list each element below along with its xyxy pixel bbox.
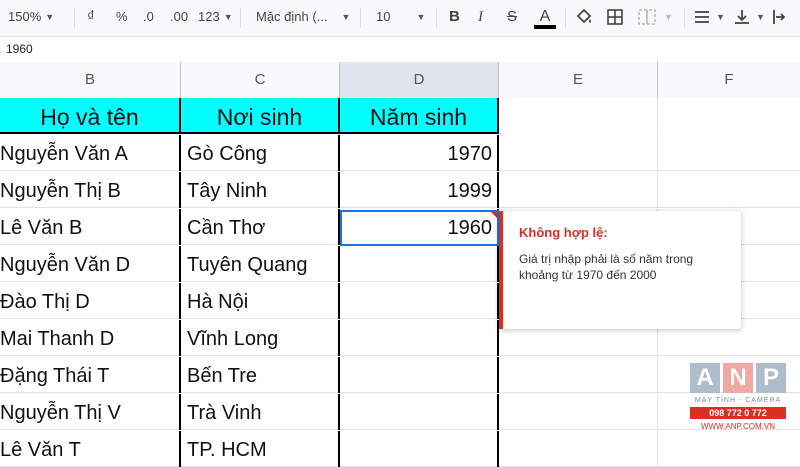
table-row: Đặng Thái T Bến Tre — [0, 357, 800, 393]
table-row: Nguyễn Thị B Tây Ninh 1999 — [0, 172, 800, 208]
formula-bar[interactable]: 1960 — [0, 37, 800, 63]
empty-cell[interactable] — [658, 98, 800, 134]
text-wrap-button[interactable] — [772, 0, 796, 36]
birth-year-cell[interactable] — [340, 283, 499, 319]
birth-year-cell[interactable] — [340, 394, 499, 430]
name-cell[interactable]: Nguyễn Văn A — [0, 135, 181, 171]
birthplace-cell[interactable]: Bến Tre — [181, 357, 340, 393]
header-cell-name[interactable]: Họ và tên — [0, 98, 181, 134]
birthplace-cell[interactable]: Hà Nội — [181, 283, 340, 319]
logo-subtitle: MÁY TÍNH - CAMERA — [694, 397, 782, 404]
name-cell[interactable]: Nguyễn Văn D — [0, 246, 181, 282]
toolbar-divider — [240, 8, 241, 28]
birthplace-cell[interactable]: Trà Vinh — [181, 394, 340, 430]
logo-letter: N — [723, 363, 753, 393]
empty-cell[interactable] — [499, 172, 658, 208]
column-headers: B C D E F — [0, 62, 800, 99]
birth-year-cell[interactable]: 1970 — [340, 135, 499, 171]
empty-cell[interactable] — [499, 394, 658, 430]
table-row: Nguyễn Văn A Gò Công 1970 — [0, 135, 800, 171]
birth-year-cell[interactable] — [340, 320, 499, 356]
align-bottom-icon — [735, 10, 749, 24]
text-wrap-icon — [773, 10, 786, 24]
birthplace-cell[interactable]: TP. HCM — [181, 431, 340, 467]
zoom-select[interactable]: 150% ▼ — [8, 0, 54, 36]
empty-cell[interactable] — [499, 98, 658, 134]
strikethrough-button[interactable]: S — [507, 0, 517, 36]
logo-website: WWW.ANP.COM.VN — [700, 422, 776, 431]
currency-format-button[interactable]: ₫ — [87, 0, 95, 36]
text-color-swatch — [534, 25, 556, 29]
merge-cells-icon — [638, 9, 656, 25]
column-header-e[interactable]: E — [499, 62, 658, 98]
column-header-f[interactable]: F — [658, 62, 800, 98]
increase-decimal-button[interactable]: .00 — [170, 0, 188, 36]
table-row: Lê Văn T TP. HCM — [0, 431, 800, 467]
text-color-icon: A — [539, 8, 551, 25]
borders-button[interactable] — [607, 0, 627, 36]
toolbar-divider — [74, 8, 75, 28]
validation-error-tooltip: Không hợp lệ: Giá trị nhập phải là số nă… — [499, 211, 741, 329]
logo-letter: P — [756, 363, 786, 393]
vertical-align-button[interactable]: ▼ — [734, 0, 765, 36]
empty-cell[interactable] — [499, 357, 658, 393]
name-cell[interactable]: Đặng Thái T — [0, 357, 181, 393]
empty-cell[interactable] — [658, 135, 800, 171]
italic-button[interactable]: I — [478, 0, 483, 36]
name-cell[interactable]: Lê Văn T — [0, 431, 181, 467]
decrease-decimal-button[interactable]: .0 — [143, 0, 154, 36]
header-cell-birthplace[interactable]: Nơi sinh — [181, 98, 340, 134]
percent-format-button[interactable]: % — [116, 0, 128, 36]
anp-logo: A N P MÁY TÍNH - CAMERA 098 772 0 772 WW… — [690, 363, 786, 435]
toolbar: 150% ▼ ₫ % .0 .00 123 ▼ Mặc định (... ▼ 10 ▼… — [0, 0, 800, 37]
birth-year-cell[interactable] — [340, 357, 499, 393]
font-family-select[interactable]: Mặc định (... ▼ — [256, 0, 350, 36]
name-cell[interactable]: Mai Thanh D — [0, 320, 181, 356]
empty-cell[interactable] — [499, 431, 658, 467]
name-cell[interactable]: Đào Thị D — [0, 283, 181, 319]
birth-year-cell[interactable] — [340, 246, 499, 282]
column-header-d[interactable]: D — [340, 62, 499, 98]
birthplace-cell[interactable]: Cần Thơ — [181, 209, 340, 245]
name-cell[interactable]: Lê Văn B — [0, 209, 181, 245]
empty-cell[interactable] — [499, 135, 658, 171]
tooltip-title: Không hợp lệ: — [519, 225, 608, 240]
header-cell-birth-year[interactable]: Năm sinh — [340, 98, 499, 134]
column-header-c[interactable]: C — [181, 62, 340, 98]
more-formats-select[interactable]: 123 ▼ — [198, 0, 233, 36]
fill-color-button[interactable] — [575, 0, 595, 36]
toolbar-divider — [360, 8, 361, 28]
empty-cell[interactable] — [658, 431, 800, 467]
bold-button[interactable]: B — [449, 0, 460, 36]
birth-year-cell[interactable]: 1999 — [340, 172, 499, 208]
paint-bucket-icon — [576, 8, 592, 24]
logo-letter: A — [690, 363, 720, 393]
text-color-button[interactable]: A — [534, 0, 556, 36]
toolbar-divider — [684, 8, 685, 28]
align-left-icon — [695, 11, 709, 23]
formula-bar-value: 1960 — [6, 42, 33, 56]
birthplace-cell[interactable]: Tuyên Quang — [181, 246, 340, 282]
column-header-b[interactable]: B — [0, 62, 181, 98]
invalid-data-flag — [490, 211, 498, 219]
horizontal-align-button[interactable]: ▼ — [694, 0, 725, 36]
table-row: Nguyễn Thị V Trà Vinh — [0, 394, 800, 430]
name-cell[interactable]: Nguyễn Thị V — [0, 394, 181, 430]
birthplace-cell[interactable]: Tây Ninh — [181, 172, 340, 208]
name-cell[interactable]: Nguyễn Thị B — [0, 172, 181, 208]
birthplace-cell[interactable]: Gò Công — [181, 135, 340, 171]
empty-cell[interactable] — [658, 172, 800, 208]
table-header-row: Họ và tên Nơi sinh Năm sinh — [0, 98, 800, 134]
birthplace-cell[interactable]: Vĩnh Long — [181, 320, 340, 356]
toolbar-divider — [565, 8, 566, 28]
active-cell-selection — [340, 210, 499, 246]
font-size-select[interactable]: 10 ▼ — [376, 0, 425, 36]
tooltip-message: Giá trị nhập phải là số năm trong khoảng… — [519, 252, 694, 282]
birth-year-cell[interactable] — [340, 431, 499, 467]
merge-cells-button[interactable]: ▼ — [638, 0, 674, 36]
borders-icon — [607, 9, 623, 25]
logo-phone: 098 772 0 772 — [690, 407, 786, 419]
toolbar-divider — [436, 8, 437, 28]
